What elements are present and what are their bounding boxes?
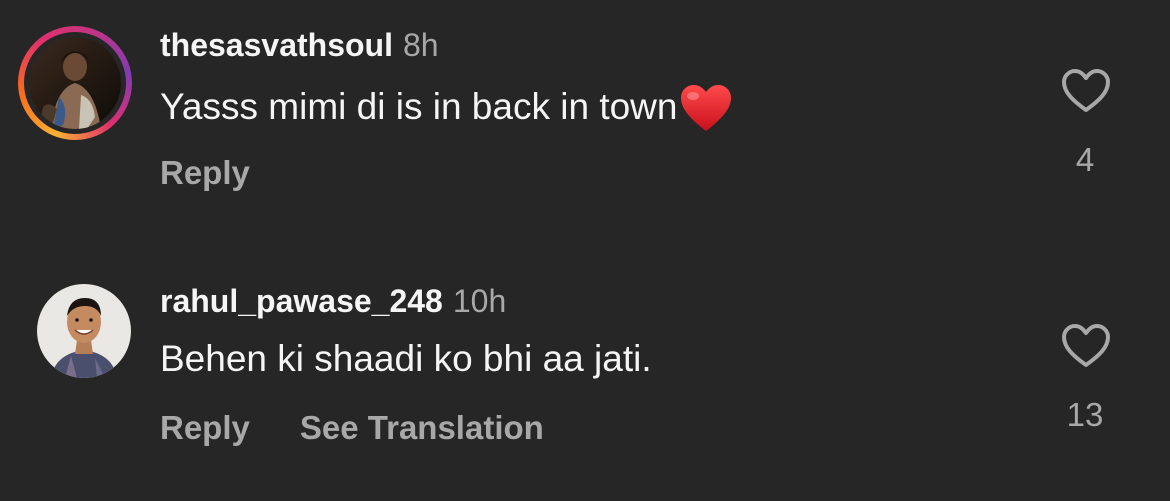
timestamp: 10h — [452, 283, 507, 319]
comment-meta: rahul_pawase_248 10h — [160, 282, 506, 320]
comment-actions: Reply — [160, 153, 250, 193]
comment-body: Yasss mimi di is in back in town — [160, 86, 678, 127]
comment-actions: Reply See Translation — [160, 408, 544, 448]
comment-body: Behen ki shaadi ko bhi aa jati. — [160, 338, 652, 379]
red-heart-emoji-icon — [679, 84, 733, 134]
like-count: 13 — [1066, 396, 1104, 433]
timestamp: 8h — [402, 27, 439, 63]
see-translation-button[interactable]: See Translation — [300, 408, 544, 448]
comment-item: thesasvathsoul 8h Yasss mimi di is in bac… — [0, 0, 1170, 240]
heart-outline-icon[interactable] — [1060, 68, 1112, 114]
username[interactable]: thesasvathsoul — [160, 27, 393, 63]
avatar-image — [29, 37, 121, 129]
comment-item: rahul_pawase_248 10h Behen ki shaadi ko b… — [0, 255, 1170, 495]
comment-meta: thesasvathsoul 8h — [160, 26, 439, 64]
avatar[interactable] — [18, 283, 132, 397]
reply-button[interactable]: Reply — [160, 408, 250, 448]
username[interactable]: rahul_pawase_248 — [160, 283, 443, 319]
like-count: 4 — [1075, 141, 1095, 178]
comment-text: Behen ki shaadi ko bhi aa jati. — [160, 337, 652, 381]
reply-button[interactable]: Reply — [160, 153, 250, 193]
avatar[interactable] — [18, 26, 132, 140]
heart-outline-icon[interactable] — [1060, 323, 1112, 369]
comment-text: Yasss mimi di is in back in town — [160, 80, 733, 134]
avatar-image — [37, 284, 131, 378]
